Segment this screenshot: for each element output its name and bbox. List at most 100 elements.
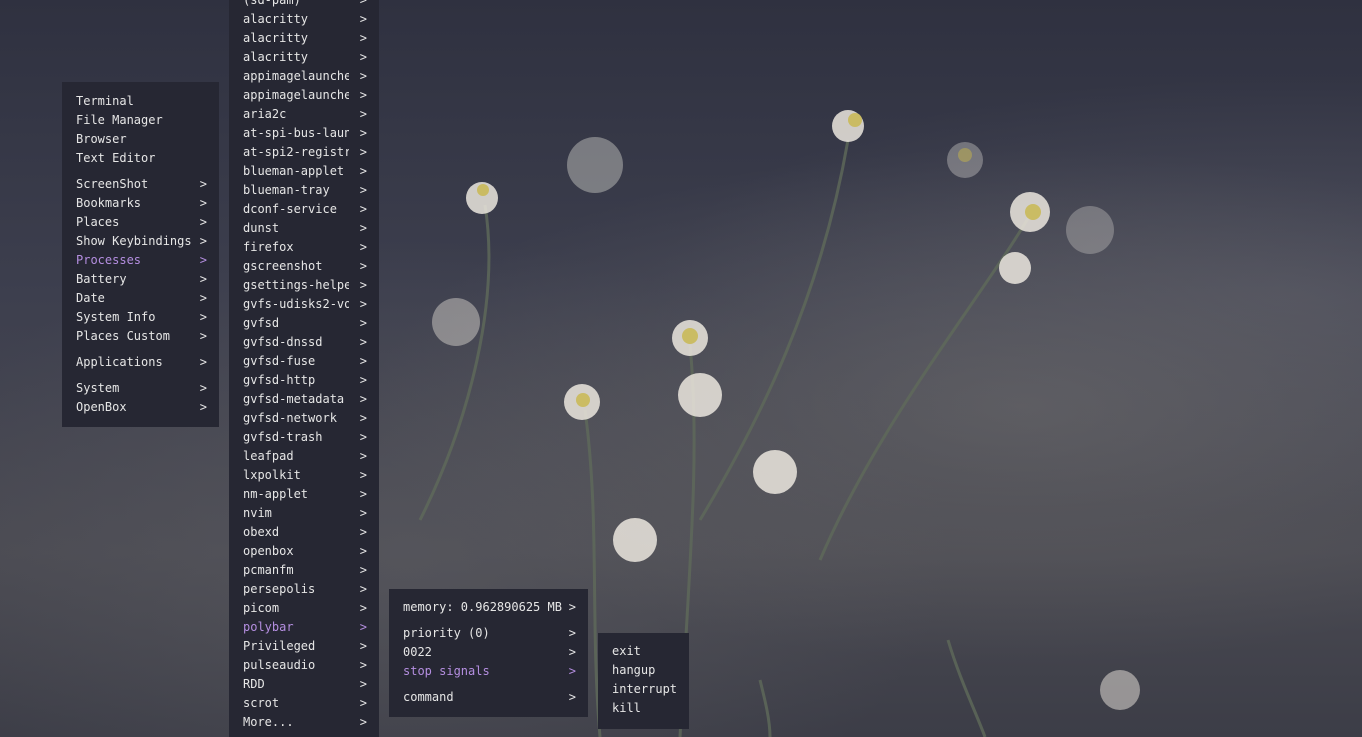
process-item-blueman-tray[interactable]: blueman-tray > — [229, 181, 379, 200]
menu-item-places-custom[interactable]: Places Custom > — [62, 327, 219, 346]
polybar-item-command[interactable]: command > — [389, 688, 588, 707]
process-item-gscreenshot[interactable]: gscreenshot > — [229, 257, 379, 276]
menu-item-openbox[interactable]: OpenBox > — [62, 398, 219, 417]
process-item-openbox[interactable]: openbox > — [229, 542, 379, 561]
menu-item-battery[interactable]: Battery > — [62, 270, 219, 289]
process-item-lxpolkit[interactable]: lxpolkit > — [229, 466, 379, 485]
chevron-right-icon: > — [199, 400, 207, 414]
menu-item-bookmarks[interactable]: Bookmarks > — [62, 194, 219, 213]
menu-item-label: More... — [243, 715, 294, 729]
menu-item-label: gvfsd-network — [243, 411, 337, 425]
signal-item-hangup[interactable]: hangup — [598, 661, 689, 680]
menu-separator — [389, 617, 588, 624]
chevron-right-icon: > — [359, 202, 367, 216]
process-item-gvfsd-trash[interactable]: gvfsd-trash > — [229, 428, 379, 447]
menu-item-browser[interactable]: Browser — [62, 130, 219, 149]
signal-item-kill[interactable]: kill — [598, 699, 689, 718]
process-item-gvfsd-dnssd[interactable]: gvfsd-dnssd > — [229, 333, 379, 352]
menu-item-file-manager[interactable]: File Manager — [62, 111, 219, 130]
menu-item-label: Date — [76, 291, 105, 305]
menu-item-text-editor[interactable]: Text Editor — [62, 149, 219, 168]
process-item-blueman-applet[interactable]: blueman-applet > — [229, 162, 379, 181]
menu-item-label: Places — [76, 215, 120, 229]
chevron-right-icon: > — [199, 253, 207, 267]
process-item-gvfsd-http[interactable]: gvfsd-http > — [229, 371, 379, 390]
process-item-gvfsd-network[interactable]: gvfsd-network > — [229, 409, 379, 428]
process-item-privileged[interactable]: Privileged > — [229, 637, 379, 656]
process-item-appimagelauncher[interactable]: appimagelauncher > — [229, 86, 379, 105]
process-item-persepolis[interactable]: persepolis > — [229, 580, 379, 599]
process-item-obexd[interactable]: obexd > — [229, 523, 379, 542]
process-item-firefox[interactable]: firefox > — [229, 238, 379, 257]
menu-item-label: at-spi-bus-launcher — [243, 126, 349, 140]
process-item-rdd[interactable]: RDD > — [229, 675, 379, 694]
menu-item-processes[interactable]: Processes > — [62, 251, 219, 270]
menu-item-show-keybindings[interactable]: Show Keybindings > — [62, 232, 219, 251]
polybar-item-memory-0-962890625-mb[interactable]: memory: 0.962890625 MB > — [389, 598, 588, 617]
chevron-right-icon: > — [359, 354, 367, 368]
process-item-polybar[interactable]: polybar > — [229, 618, 379, 637]
process-item-at-spi2-registryd[interactable]: at-spi2-registryd > — [229, 143, 379, 162]
menu-item-applications[interactable]: Applications > — [62, 353, 219, 372]
chevron-right-icon: > — [359, 525, 367, 539]
process-item-gvfs-udisks2-volume-monitor[interactable]: gvfs-udisks2-volume-monitor > — [229, 295, 379, 314]
menu-item-terminal[interactable]: Terminal — [62, 92, 219, 111]
process-item-appimagelauncher[interactable]: appimagelauncher > — [229, 67, 379, 86]
process-item-nvim[interactable]: nvim > — [229, 504, 379, 523]
menu-item-label: Applications — [76, 355, 163, 369]
menu-item-label: blueman-tray — [243, 183, 330, 197]
menu-item-label: System Info — [76, 310, 156, 324]
process-item-gvfsd[interactable]: gvfsd > — [229, 314, 379, 333]
process-item-more[interactable]: More... > — [229, 713, 379, 732]
process-item-gsettings-helper[interactable]: gsettings-helper > — [229, 276, 379, 295]
process-item-nm-applet[interactable]: nm-applet > — [229, 485, 379, 504]
process-item-pulseaudio[interactable]: pulseaudio > — [229, 656, 379, 675]
polybar-item-0022[interactable]: 0022 > — [389, 643, 588, 662]
menu-item-label: aria2c — [243, 107, 287, 121]
menu-item-label: Browser — [76, 132, 127, 146]
chevron-right-icon: > — [359, 449, 367, 463]
polybar-item-priority-0[interactable]: priority (0) > — [389, 624, 588, 643]
chevron-right-icon: > — [199, 329, 207, 343]
menu-item-label: RDD — [243, 677, 265, 691]
chevron-right-icon: > — [359, 392, 367, 406]
menu-item-system-info[interactable]: System Info > — [62, 308, 219, 327]
process-item-gvfsd-metadata[interactable]: gvfsd-metadata > — [229, 390, 379, 409]
process-item-gvfsd-fuse[interactable]: gvfsd-fuse > — [229, 352, 379, 371]
menu-item-date[interactable]: Date > — [62, 289, 219, 308]
process-item-pcmanfm[interactable]: pcmanfm > — [229, 561, 379, 580]
signal-item-exit[interactable]: exit — [598, 642, 689, 661]
menu-item-system[interactable]: System > — [62, 379, 219, 398]
chevron-right-icon: > — [359, 582, 367, 596]
process-item-sd-pam[interactable]: (sd-pam) > — [229, 0, 379, 10]
menu-item-label: pulseaudio — [243, 658, 316, 672]
chevron-right-icon: > — [359, 107, 367, 121]
menu-item-label: scrot — [243, 696, 280, 710]
menu-separator — [62, 372, 219, 379]
chevron-right-icon: > — [359, 12, 367, 26]
polybar-item-stop-signals[interactable]: stop signals > — [389, 662, 588, 681]
menu-item-label: appimagelauncher — [243, 88, 349, 102]
chevron-right-icon: > — [359, 335, 367, 349]
process-item-leafpad[interactable]: leafpad > — [229, 447, 379, 466]
chevron-right-icon: > — [568, 645, 576, 659]
chevron-right-icon: > — [359, 468, 367, 482]
process-item-scrot[interactable]: scrot > — [229, 694, 379, 713]
menu-item-label: memory: 0.962890625 MB — [403, 600, 562, 614]
chevron-right-icon: > — [568, 690, 576, 704]
chevron-right-icon: > — [359, 145, 367, 159]
process-item-picom[interactable]: picom > — [229, 599, 379, 618]
menu-item-label: at-spi2-registryd — [243, 145, 349, 159]
process-item-alacritty[interactable]: alacritty > — [229, 10, 379, 29]
process-item-at-spi-bus-launcher[interactable]: at-spi-bus-launcher > — [229, 124, 379, 143]
signal-item-interrupt[interactable]: interrupt — [598, 680, 689, 699]
process-item-dconf-service[interactable]: dconf-service > — [229, 200, 379, 219]
menu-item-label: obexd — [243, 525, 280, 539]
process-item-dunst[interactable]: dunst > — [229, 219, 379, 238]
process-item-aria2c[interactable]: aria2c > — [229, 105, 379, 124]
menu-item-places[interactable]: Places > — [62, 213, 219, 232]
process-item-alacritty[interactable]: alacritty > — [229, 29, 379, 48]
menu-item-screenshot[interactable]: ScreenShot > — [62, 175, 219, 194]
process-item-alacritty[interactable]: alacritty > — [229, 48, 379, 67]
processes-submenu: (sd-pam) > alacritty > alacritty > alacritty > a… — [229, 0, 379, 737]
